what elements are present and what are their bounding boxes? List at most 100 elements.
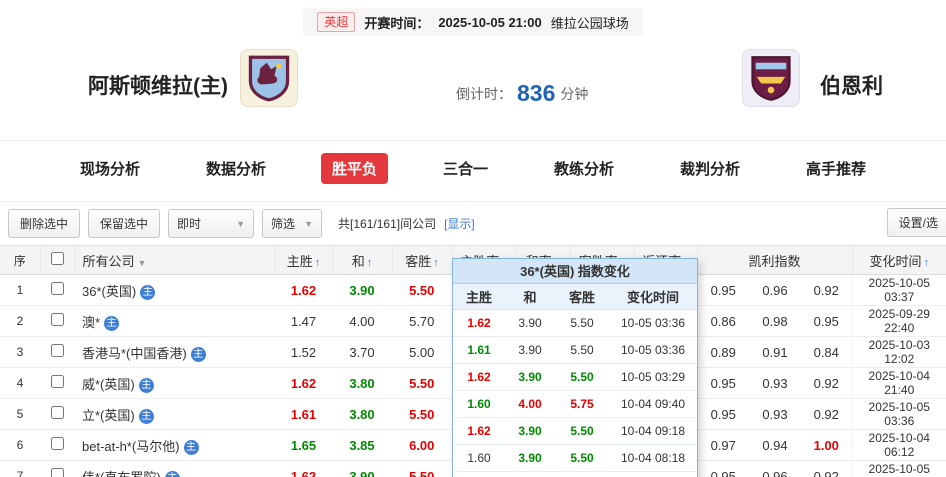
tab-three-in-one[interactable]: 三合一 (432, 153, 499, 184)
change-time: 2025-10-05 03:37 (852, 275, 946, 306)
tab-referee-analysis[interactable]: 裁判分析 (669, 153, 751, 184)
company-cell[interactable]: 36*(英国) 主 (75, 275, 275, 306)
draw-odds: 3.85 (332, 430, 392, 461)
tab-expert-picks[interactable]: 高手推荐 (795, 153, 877, 184)
home-odds: 1.65 (275, 430, 332, 461)
popup-change-time: 10-04 08:18 (609, 444, 697, 471)
popup-row: 1.62 3.90 5.50 10-05 03:29 (453, 363, 697, 390)
company-name: 澳* (82, 315, 100, 330)
company-count: 共[161/161]间公司 (338, 215, 436, 232)
popup-home-odds: 1.60 (453, 390, 505, 417)
draw-odds: 3.70 (332, 337, 392, 368)
company-name: bet-at-h*(马尔他) (82, 439, 180, 454)
kelly-away: 0.95 (801, 306, 852, 337)
settings-button[interactable]: 设置/选 (887, 208, 946, 237)
header-away-label: 客胜 (405, 254, 431, 269)
change-time: 2025-10-04 06:12 (852, 430, 946, 461)
keep-selected-button[interactable]: 保留选中 (88, 209, 160, 238)
away-odds: 5.70 (392, 306, 452, 337)
row-index: 5 (0, 399, 40, 430)
kelly-home: 0.95 (697, 461, 749, 477)
header-draw-odds[interactable]: 和↑ (332, 246, 392, 275)
home-odds: 1.47 (275, 306, 332, 337)
company-cell[interactable]: 澳*主 (75, 306, 275, 337)
kelly-home: 0.95 (697, 368, 749, 399)
header-company[interactable]: 所有公司▼ (75, 246, 275, 275)
home-odds: 1.61 (275, 399, 332, 430)
away-odds: 5.50 (392, 275, 452, 306)
draw-odds: 3.80 (332, 368, 392, 399)
company-cell[interactable]: 香港马*(中国香港)主 (75, 337, 275, 368)
tab-win-draw-lose[interactable]: 胜平负 (321, 153, 388, 184)
header-away-odds[interactable]: 客胜↑ (392, 246, 452, 275)
popup-header-draw: 和 (505, 284, 555, 309)
filter-dropdown-label: 筛选 (271, 215, 295, 232)
league-badge[interactable]: 英超 (317, 12, 355, 32)
popup-draw-odds: 3.90 (505, 444, 555, 471)
popup-away-odds: 5.50 (555, 417, 609, 444)
popup-draw-odds: 3.90 (505, 417, 555, 444)
popup-away-odds: 5.50 (555, 336, 609, 363)
row-select-checkbox[interactable] (51, 282, 64, 295)
away-crest-shield-icon (749, 54, 793, 102)
row-select-checkbox[interactable] (51, 468, 64, 477)
company-cell[interactable]: 伟*(直布罗陀)主 (75, 461, 275, 477)
popup-home-odds: 1.62 (453, 417, 505, 444)
row-select-checkbox[interactable] (51, 406, 64, 419)
home-odds: 1.62 (275, 461, 332, 477)
popup-change-time: 10-05 03:29 (609, 363, 697, 390)
company-name: 伟*(直布罗陀) (82, 470, 161, 477)
company-cell[interactable]: 立*(英国)主 (75, 399, 275, 430)
tab-live-analysis[interactable]: 现场分析 (69, 153, 151, 184)
tab-coach-analysis[interactable]: 教练分析 (543, 153, 625, 184)
row-select-cell (40, 275, 75, 306)
draw-odds: 3.80 (332, 399, 392, 430)
popup-home-odds: 1.60 (453, 444, 505, 471)
popup-header-home: 主胜 (453, 284, 505, 309)
change-time: 2025-10-05 03:37 (852, 461, 946, 477)
header-home-odds[interactable]: 主胜↑ (275, 246, 332, 275)
popup-home-odds: 1.62 (453, 363, 505, 390)
company-name: 36*(英国) (82, 284, 136, 299)
delete-selected-button[interactable]: 删除选中 (8, 209, 80, 238)
row-select-checkbox[interactable] (51, 313, 64, 326)
popup-home-odds: 1.60 (453, 471, 505, 477)
show-link[interactable]: [显示] (444, 215, 475, 232)
row-select-cell (40, 306, 75, 337)
header-company-label: 所有公司 (83, 254, 135, 269)
row-select-checkbox[interactable] (51, 375, 64, 388)
match-info-bar: 英超 开赛时间： 2025-10-05 21:00 维拉公园球场 (0, 0, 946, 36)
countdown: 倒计时：836分钟 (456, 78, 588, 105)
primary-badge-icon: 主 (140, 285, 155, 300)
kelly-home: 0.95 (697, 399, 749, 430)
kelly-away: 0.92 (801, 368, 852, 399)
chevron-down-icon: ▼ (236, 219, 245, 229)
row-select-checkbox[interactable] (51, 437, 64, 450)
filter-dropdown[interactable]: 筛选 ▼ (262, 209, 322, 238)
company-cell[interactable]: bet-at-h*(马尔他)主 (75, 430, 275, 461)
page: 英超 开赛时间： 2025-10-05 21:00 维拉公园球场 阿斯顿维拉(主… (0, 0, 946, 477)
header-change-time[interactable]: 变化时间↑ (852, 246, 946, 275)
kelly-away: 0.92 (801, 275, 852, 306)
away-team-crest-icon (742, 49, 800, 107)
popup-away-odds: 5.50 (555, 444, 609, 471)
away-odds: 5.50 (392, 461, 452, 477)
instant-dropdown-label: 即时 (177, 215, 201, 232)
popup-table: 主胜 和 客胜 变化时间 1.62 3.90 5.50 10-05 03:36 … (453, 284, 697, 477)
tab-data-analysis[interactable]: 数据分析 (195, 153, 277, 184)
instant-dropdown[interactable]: 即时 ▼ (168, 209, 254, 238)
company-cell[interactable]: 威*(英国)主 (75, 368, 275, 399)
popup-header-row: 主胜 和 客胜 变化时间 (453, 284, 697, 309)
draw-odds: 4.00 (332, 306, 392, 337)
select-all-checkbox[interactable] (51, 252, 64, 265)
popup-away-odds: 5.50 (555, 363, 609, 390)
primary-badge-icon: 主 (191, 347, 206, 362)
row-index: 3 (0, 337, 40, 368)
popup-change-time: 10-05 03:36 (609, 336, 697, 363)
kelly-away: 1.00 (801, 430, 852, 461)
primary-badge-icon: 主 (139, 409, 154, 424)
popup-change-time: 10-04 09:40 (609, 390, 697, 417)
header-change-time-label: 变化时间 (869, 254, 921, 269)
venue: 维拉公园球场 (551, 13, 629, 32)
row-select-checkbox[interactable] (51, 344, 64, 357)
